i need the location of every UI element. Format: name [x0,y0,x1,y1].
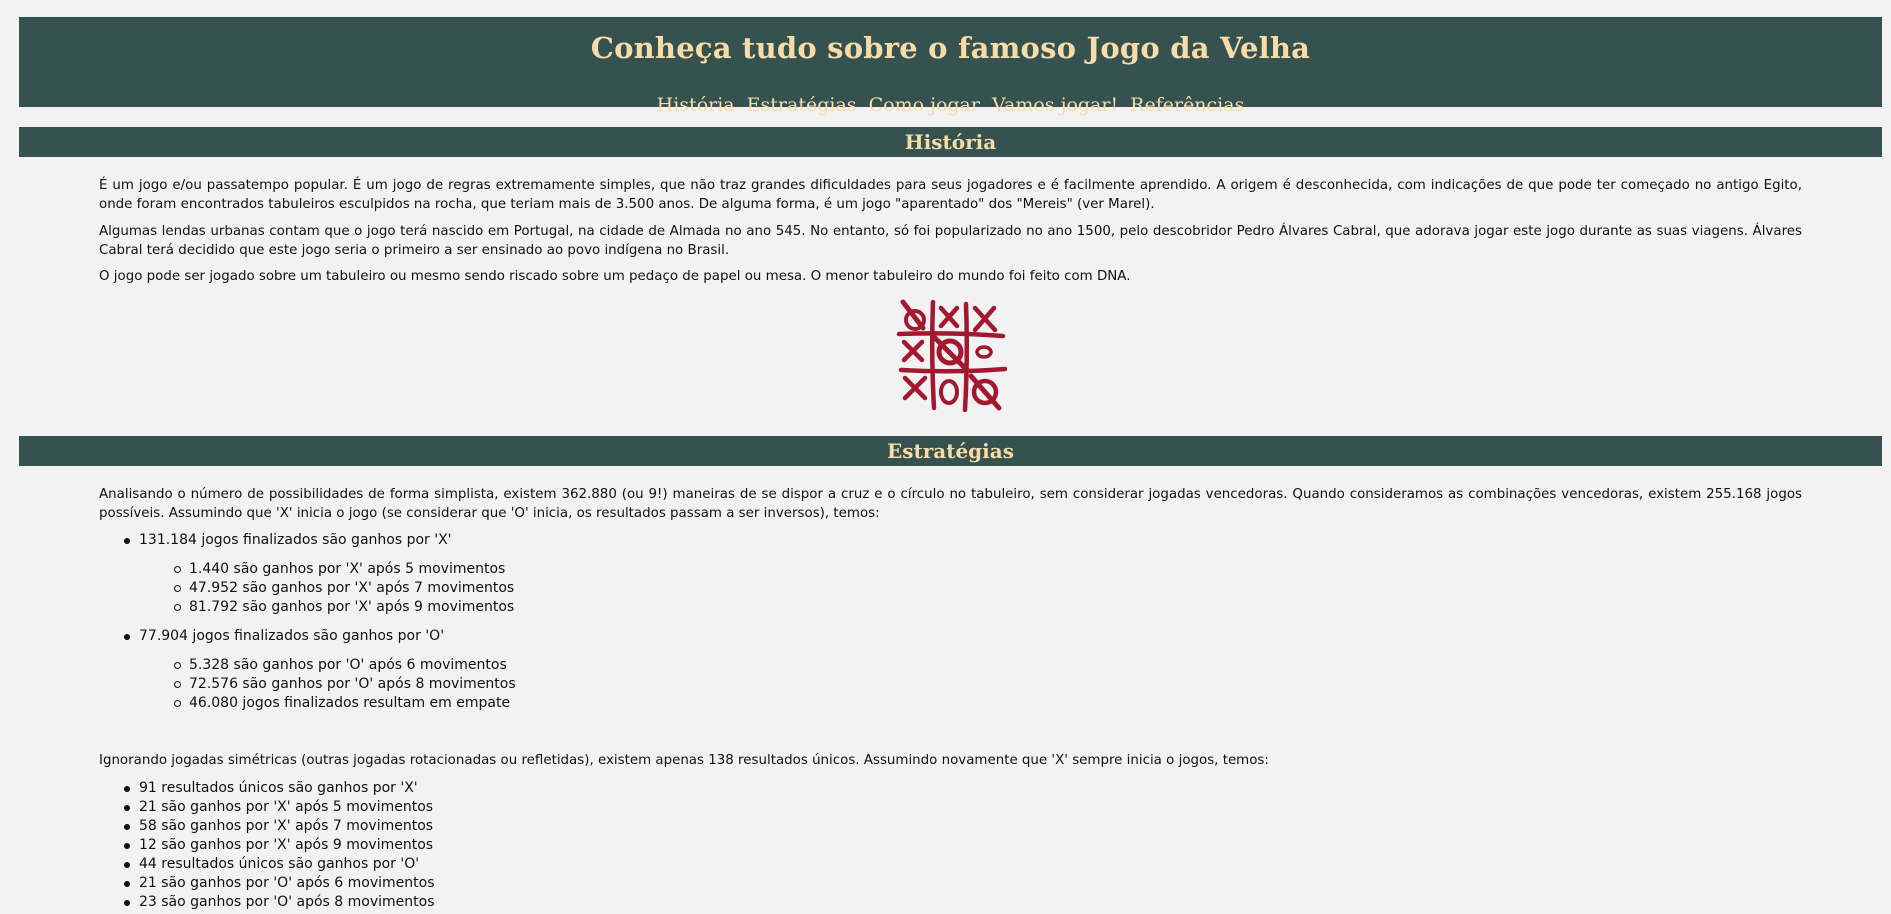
list-item: 81.792 são ganhos por 'X' após 9 movimen… [173,599,515,615]
list-item: 77.904 jogos finalizados são ganhos por … [123,628,445,644]
main-nav: História Estratégias Como jogar Vamos jo… [19,94,1882,116]
list-item: 12 são ganhos por 'X' após 9 movimentos [123,837,434,853]
list-item: 44 resultados únicos são ganhos por 'O' [123,855,434,874]
estrategias-heading: Estratégias [19,436,1882,466]
o-wins-sublist: 5.328 são ganhos por 'O' após 6 moviment… [174,656,516,713]
list-item: 21 são ganhos por 'X' após 5 movimentos [123,799,434,815]
historia-paragraph-3: O jogo pode ser jogado sobre um tabuleir… [99,269,1131,284]
estrategias-intro: Analisando o número de possibilidades de… [99,487,1802,521]
nav-link-estrategias[interactable]: Estratégias [747,94,857,116]
site-title: Conheça tudo sobre o famoso Jogo da Velh… [590,31,1311,65]
x-wins-list: 131.184 jogos finalizados são ganhos por… [124,531,452,550]
historia-heading: História [19,127,1882,157]
list-item: 46.080 jogos finalizados resultam em emp… [174,694,516,713]
list-item: 5.328 são ganhos por 'O' após 6 moviment… [174,656,516,675]
page: Conheça tudo sobre o famoso Jogo da Velh… [0,0,1891,914]
nav-link-vamos-jogar[interactable]: Vamos jogar! [992,94,1118,116]
tic-tac-toe-board-image [896,299,1007,412]
list-item: 47.952 são ganhos por 'X' após 7 movimen… [173,580,515,596]
nav-link-historia[interactable]: História [657,94,735,116]
symmetric-intro: Ignorando jogadas simétricas (outras jog… [99,753,1269,768]
list-item: 1.440 são ganhos por 'X' após 5 moviment… [173,560,514,579]
list-item: 21 são ganhos por 'O' após 6 movimentos [123,875,435,891]
historia-paragraph-1: É um jogo e/ou passatempo popular. É um … [99,178,1802,212]
symmetric-results-list: 91 resultados únicos são ganhos por 'X' … [123,779,435,912]
list-item: 131.184 jogos finalizados são ganhos por… [124,532,452,548]
site-header: Conheça tudo sobre o famoso Jogo da Velh… [19,17,1882,116]
list-item: 91 resultados únicos são ganhos por 'X' [123,779,434,798]
list-item: 58 são ganhos por 'X' após 7 movimentos [123,818,434,834]
o-wins-list: 77.904 jogos finalizados são ganhos por … [123,627,445,646]
list-item: 23 são ganhos por 'O' após 8 movimentos [123,894,435,910]
x-wins-sublist: 1.440 são ganhos por 'X' após 5 moviment… [173,560,515,617]
nav-link-como-jogar[interactable]: Como jogar [869,94,980,116]
list-item: 72.576 são ganhos por 'O' após 8 movimen… [174,676,516,692]
nav-link-referencias[interactable]: Referências [1130,94,1244,116]
historia-paragraph-2: Algumas lendas urbanas contam que o jogo… [99,224,1802,258]
